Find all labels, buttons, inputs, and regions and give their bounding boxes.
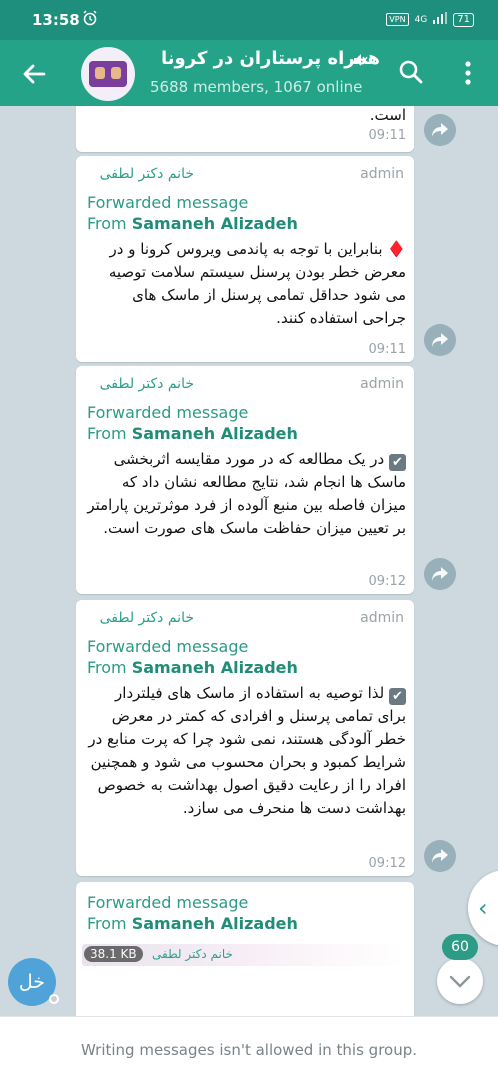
- message-list[interactable]: است. 09:11 خانم دکتر لطفی admin Forwarde…: [0, 106, 498, 1016]
- status-bar: 13:58 VPN 4G 71: [0, 0, 498, 40]
- forward-label: Forwarded message: [87, 403, 249, 422]
- forward-from-prefix: From: [87, 914, 132, 933]
- message-text: ✔ لذا توصیه به استفاده از ماسک های فیلتر…: [84, 682, 406, 820]
- chat-header: همراه پرستاران در کرونا 5688 members, 10…: [0, 40, 498, 106]
- message-body: بنابراین با توجه به پاندمی ویروس کرونا و…: [108, 240, 406, 327]
- forward-from-name[interactable]: Samaneh Alizadeh: [132, 914, 298, 933]
- sender-name[interactable]: خانم دکتر لطفی: [100, 376, 194, 392]
- forward-header[interactable]: Forwarded message From Samaneh Alizadeh: [87, 636, 298, 678]
- message-text: است.: [369, 106, 406, 124]
- forward-from-name[interactable]: Samaneh Alizadeh: [132, 424, 298, 443]
- vpn-badge: VPN: [386, 13, 409, 26]
- share-button[interactable]: [424, 324, 456, 356]
- back-arrow-icon[interactable]: [18, 58, 50, 90]
- forward-header[interactable]: Forwarded message From Samaneh Alizadeh: [87, 892, 298, 934]
- message-body: در یک مطالعه که در مورد مقایسه اثربخشی م…: [87, 450, 406, 537]
- share-button[interactable]: [424, 558, 456, 590]
- message-time: 09:11: [368, 342, 406, 357]
- message-bubble[interactable]: Forwarded message From Samaneh Alizadeh …: [76, 882, 414, 1016]
- message-time: 09:12: [368, 574, 406, 589]
- network-type: 4G: [414, 14, 428, 25]
- forward-from-name[interactable]: Samaneh Alizadeh: [132, 214, 298, 233]
- forward-from-name[interactable]: Samaneh Alizadeh: [132, 658, 298, 677]
- forward-label: Forwarded message: [87, 893, 249, 912]
- checkmark-icon: ✔: [389, 454, 406, 471]
- write-disabled-notice: Writing messages isn't allowed in this g…: [81, 1041, 417, 1059]
- message-bubble[interactable]: خانم دکتر لطفی admin Forwarded message F…: [76, 600, 414, 876]
- forward-header[interactable]: Forwarded message From Samaneh Alizadeh: [87, 192, 298, 234]
- checkmark-icon: ✔: [389, 688, 406, 705]
- message-bubble[interactable]: خانم دکتر لطفی admin Forwarded message F…: [76, 156, 414, 362]
- sender-name[interactable]: خانم دکتر لطفی: [100, 166, 194, 182]
- forward-from[interactable]: From Samaneh Alizadeh: [87, 213, 298, 234]
- share-icon: [432, 333, 448, 347]
- chevron-left-icon: ‹: [478, 894, 488, 922]
- admin-badge: admin: [360, 376, 404, 392]
- forward-from-prefix: From: [87, 658, 132, 677]
- forward-from[interactable]: From Samaneh Alizadeh: [87, 913, 298, 934]
- mute-icon: [352, 51, 368, 73]
- more-vert-icon[interactable]: [458, 59, 478, 87]
- forward-from-prefix: From: [87, 424, 132, 443]
- message-bubble[interactable]: خانم دکتر لطفی admin Forwarded message F…: [76, 366, 414, 594]
- side-panel-tab[interactable]: ‹: [468, 870, 498, 946]
- status-indicators: VPN 4G 71: [386, 12, 474, 27]
- forward-header[interactable]: Forwarded message From Samaneh Alizadeh: [87, 402, 298, 444]
- admin-badge: admin: [360, 610, 404, 626]
- scroll-down-button[interactable]: [437, 958, 483, 1004]
- signal-icon: [433, 12, 448, 27]
- composer-disabled-bar: Writing messages isn't allowed in this g…: [0, 1016, 498, 1080]
- online-status-dot: [49, 994, 59, 1004]
- forward-label: Forwarded message: [87, 637, 249, 656]
- message-time: 09:12: [368, 856, 406, 871]
- search-icon[interactable]: [398, 59, 424, 85]
- forward-from[interactable]: From Samaneh Alizadeh: [87, 657, 298, 678]
- share-button[interactable]: [424, 114, 456, 146]
- sender-name[interactable]: خانم دکتر لطفی: [100, 610, 194, 626]
- battery-indicator: 71: [453, 12, 474, 27]
- message-bubble[interactable]: است. 09:11: [76, 106, 414, 152]
- status-time: 13:58: [32, 11, 80, 29]
- share-icon: [432, 849, 448, 863]
- share-icon: [432, 567, 448, 581]
- alarm-icon: [82, 10, 98, 30]
- group-title[interactable]: همراه پرستاران در کرونا: [150, 48, 380, 69]
- forward-label: Forwarded message: [87, 193, 249, 212]
- chevron-down-icon: [449, 975, 471, 988]
- file-sender-name: خانم دکتر لطفی: [152, 947, 233, 961]
- admin-badge: admin: [360, 166, 404, 182]
- red-diamond-icon: ♦️: [387, 240, 406, 258]
- file-size-badge: 38.1 KB: [84, 946, 143, 962]
- forward-from[interactable]: From Samaneh Alizadeh: [87, 423, 298, 444]
- file-attachment[interactable]: 38.1 KB خانم دکتر لطفی: [82, 944, 404, 966]
- share-button[interactable]: [424, 840, 456, 872]
- share-icon: [432, 123, 448, 137]
- unread-count-badge: 60: [442, 934, 478, 960]
- message-text: ♦️ بنابراین با توجه به پاندمی ویروس کرون…: [84, 238, 406, 330]
- group-avatar[interactable]: [81, 47, 135, 101]
- forward-from-prefix: From: [87, 214, 132, 233]
- message-time: 09:11: [368, 128, 406, 143]
- message-body: لذا توصیه به استفاده از ماسک های فیلتردا…: [88, 684, 406, 817]
- group-subtitle: 5688 members, 1067 online: [150, 78, 363, 96]
- message-text: ✔ در یک مطالعه که در مورد مقایسه اثربخشی…: [84, 448, 406, 540]
